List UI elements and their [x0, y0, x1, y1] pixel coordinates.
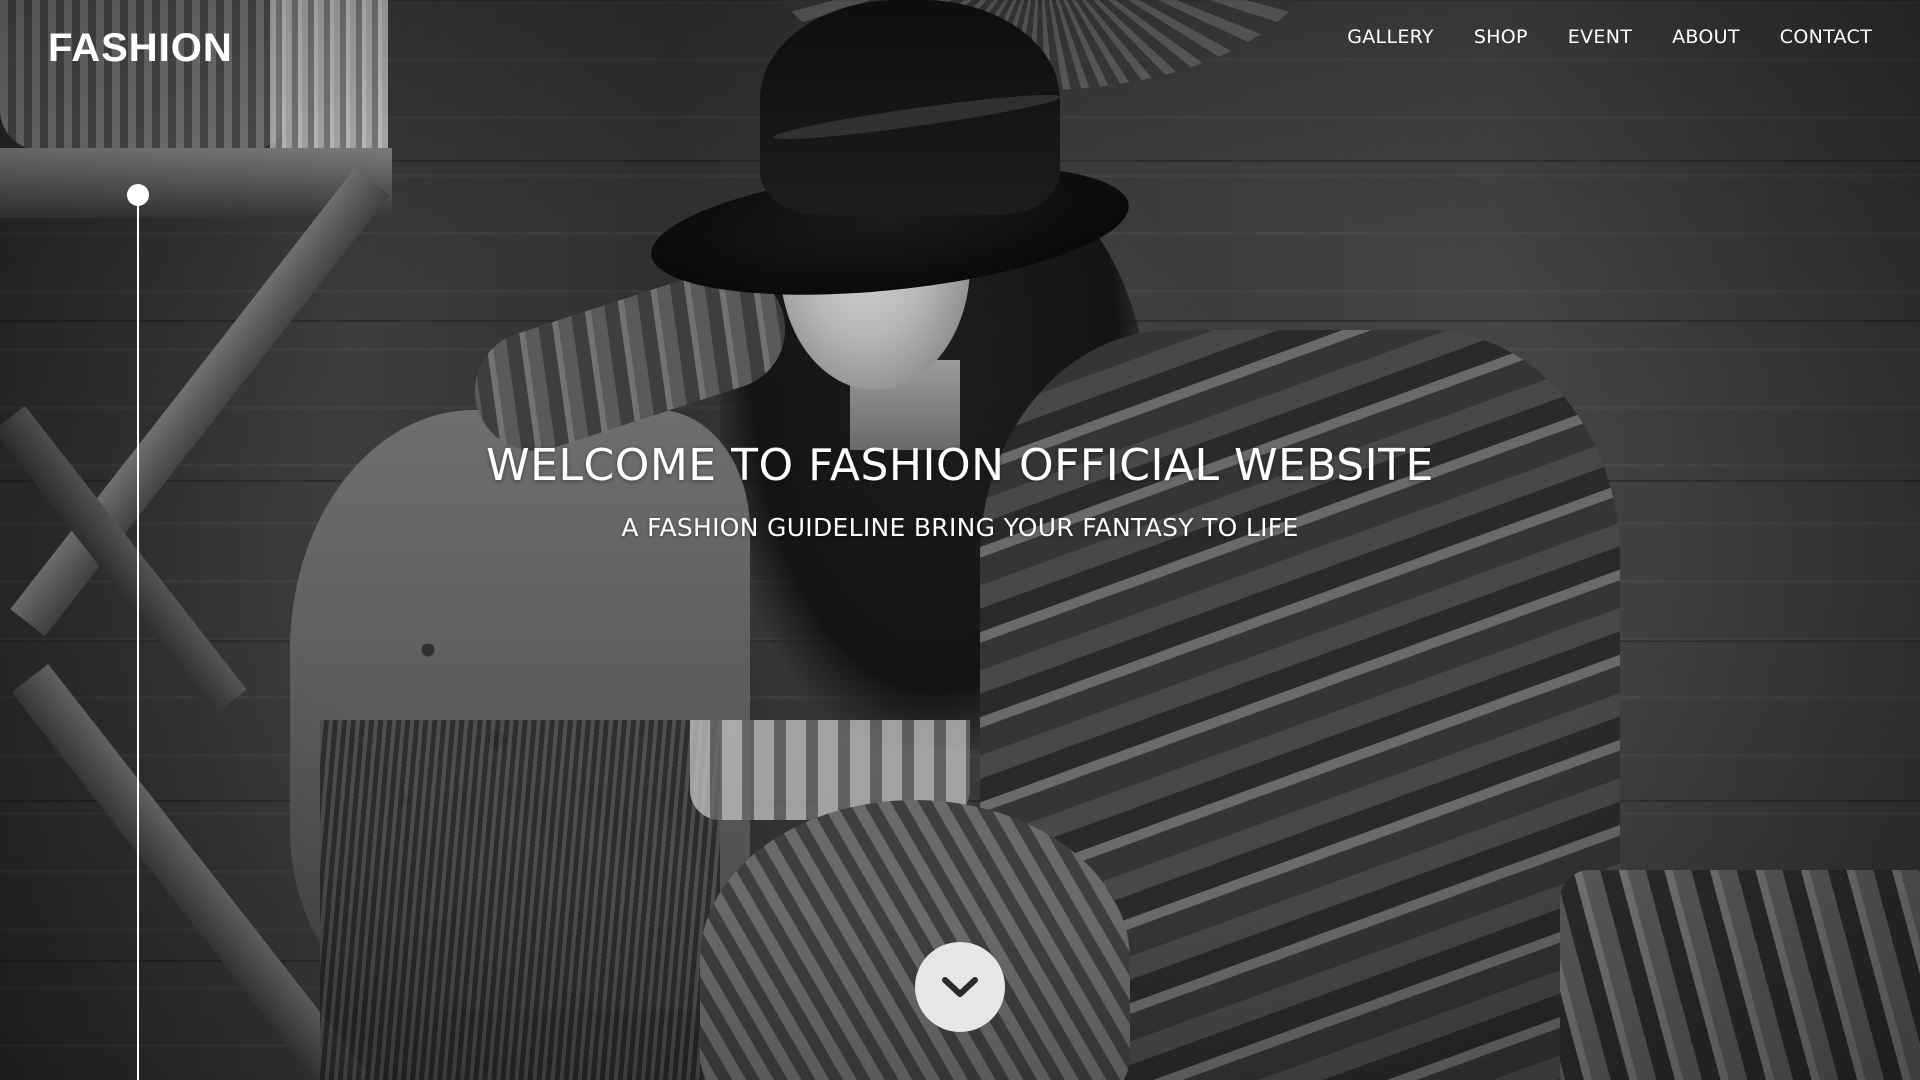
site-logo[interactable]: FASHION: [48, 26, 233, 71]
nav-link-about[interactable]: ABOUT: [1672, 26, 1740, 48]
nav-link-gallery[interactable]: GALLERY: [1347, 26, 1434, 48]
hero-section: WELCOME TO FASHION OFFICIAL WEBSITE A FA…: [0, 440, 1920, 542]
scroll-progress-line: [137, 194, 139, 1080]
page: FASHION GALLERY SHOP EVENT ABOUT CONTACT…: [0, 0, 1920, 1080]
chevron-down-icon: [940, 974, 980, 1000]
scroll-down-button[interactable]: [915, 942, 1005, 1032]
nav-link-shop[interactable]: SHOP: [1474, 26, 1528, 48]
hero-subtitle: A FASHION GUIDELINE BRING YOUR FANTASY T…: [621, 513, 1299, 542]
nav-link-contact[interactable]: CONTACT: [1780, 26, 1872, 48]
nav-link-event[interactable]: EVENT: [1568, 26, 1632, 48]
main-nav: GALLERY SHOP EVENT ABOUT CONTACT: [1307, 26, 1872, 48]
hero-title: WELCOME TO FASHION OFFICIAL WEBSITE: [486, 440, 1434, 491]
scroll-progress-dot[interactable]: [127, 184, 149, 206]
